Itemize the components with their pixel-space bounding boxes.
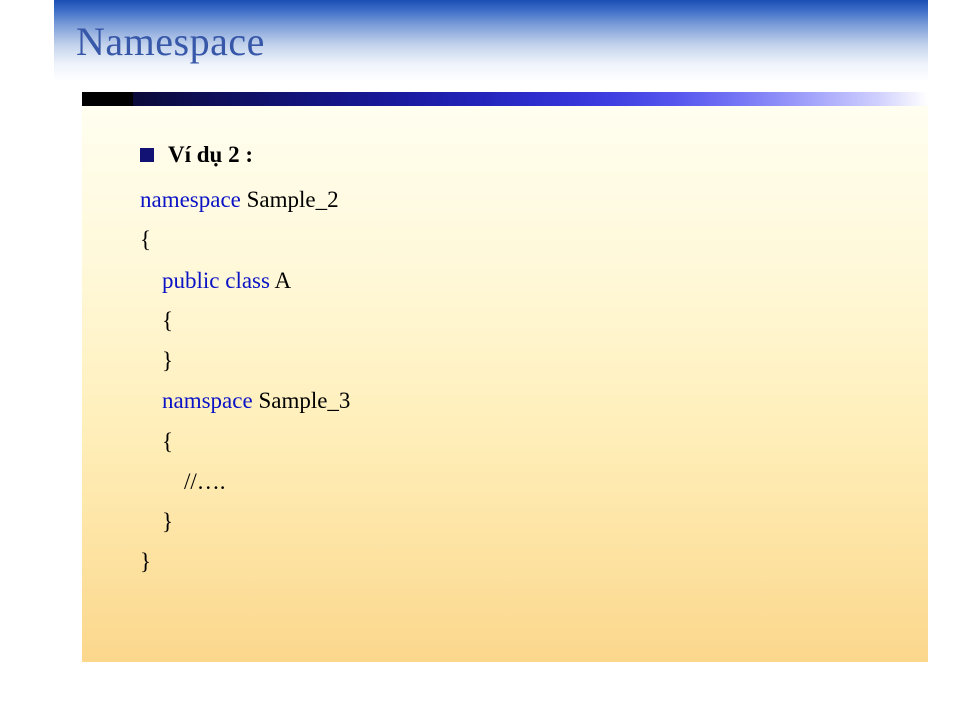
accent-stripe <box>82 92 928 106</box>
keyword: namespace <box>140 187 241 212</box>
code-line: { <box>140 220 884 260</box>
code-block: namespace Sample_2 { public class A { } … <box>140 180 884 583</box>
code-line: } <box>140 542 884 582</box>
keyword: namspace <box>162 388 258 413</box>
slide: Namespace Ví dụ 2 : namespace Sample_2 {… <box>54 0 928 720</box>
content-box: Ví dụ 2 : namespace Sample_2 { public cl… <box>82 106 928 662</box>
square-bullet-icon <box>140 148 154 162</box>
code-line: } <box>140 341 884 381</box>
code-text: Sample_2 <box>241 187 339 212</box>
code-line: } <box>140 502 884 542</box>
code-line: namspace Sample_3 <box>140 381 884 421</box>
code-text: Sample_3 <box>258 388 350 413</box>
code-line: namespace Sample_2 <box>140 180 884 220</box>
bullet-item: Ví dụ 2 : <box>140 142 884 168</box>
slide-title: Namespace <box>76 18 265 65</box>
code-line: public class A <box>140 261 884 301</box>
code-text: A <box>274 268 291 293</box>
keyword: public class <box>162 268 274 293</box>
code-line: //…. <box>140 462 884 502</box>
bullet-label: Ví dụ 2 : <box>168 142 253 168</box>
title-band: Namespace <box>54 0 928 82</box>
code-line: { <box>140 301 884 341</box>
code-line: { <box>140 422 884 462</box>
